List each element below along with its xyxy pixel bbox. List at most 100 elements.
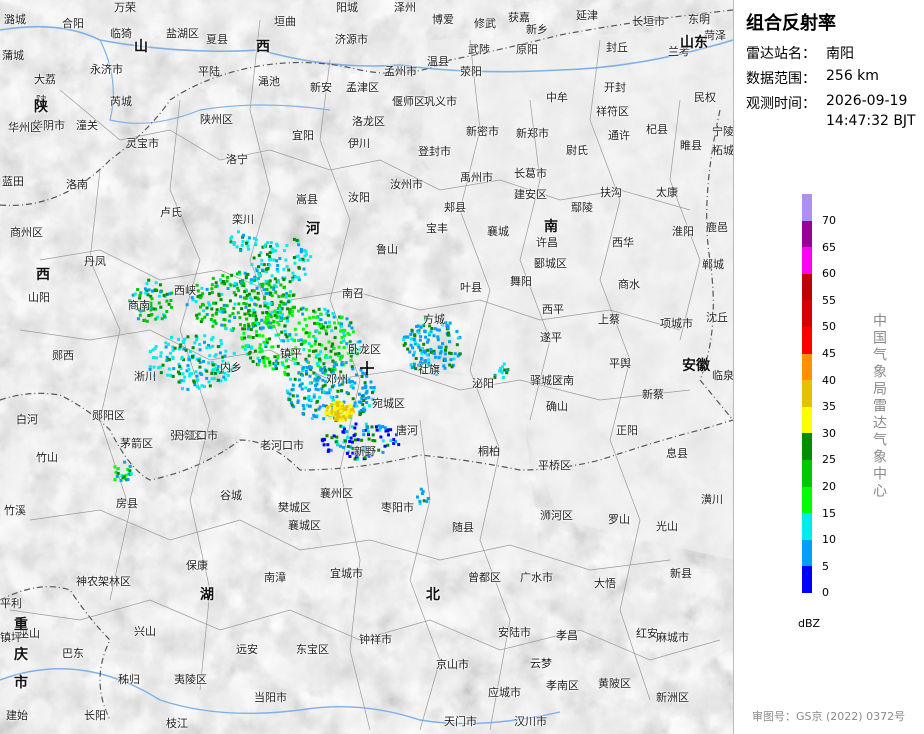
legend-swatch (802, 327, 812, 354)
place-label: 永济市 (90, 63, 123, 76)
place-label: 通许 (608, 129, 630, 142)
time-row: 观测时间： 2026-09-19 (746, 93, 907, 113)
province-label: 重 (14, 617, 28, 633)
province-label: 北 (426, 587, 440, 603)
place-label: 红安 (636, 627, 658, 640)
place-label: 保康 (186, 559, 208, 572)
place-label: 竹山 (36, 451, 58, 464)
legend-label: 0 (822, 586, 829, 600)
place-label: 鹿邑 (706, 221, 728, 234)
place-label: 新安 (310, 81, 332, 94)
place-label: 叶县 (460, 281, 482, 294)
place-label: 睢县 (680, 139, 702, 152)
legend-swatch (802, 433, 812, 461)
place-label: 孟州市 (384, 65, 417, 78)
legend-swatch (802, 220, 812, 248)
place-label: 浉河区 (540, 509, 573, 522)
place-label: 麻城市 (656, 631, 689, 644)
place-label: 济源市 (335, 33, 368, 46)
place-label: 新野 (354, 445, 376, 458)
place-label: 天门市 (444, 715, 477, 728)
place-label: 蓝田 (2, 175, 24, 188)
place-label: 黄陂区 (598, 677, 631, 690)
place-label: 邓州 (326, 373, 348, 386)
place-label: 桐柏 (478, 445, 500, 458)
legend-swatch (802, 300, 812, 328)
place-label: 洛宁 (226, 153, 248, 166)
legend-swatch (802, 247, 812, 275)
place-label: 樊城区 (278, 501, 311, 514)
legend-label: 55 (822, 293, 836, 307)
place-label: 京山市 (436, 658, 469, 671)
place-label: 方城 (423, 313, 445, 326)
province-label: 湖 (200, 587, 214, 603)
place-label: 西平 (542, 303, 564, 316)
place-label: 禹州市 (460, 171, 493, 184)
place-label: 确山 (546, 400, 568, 413)
place-label: 西峡 (174, 284, 196, 297)
place-label: 平桥区 (538, 459, 571, 472)
place-label: 茅箭区 (120, 437, 153, 450)
place-label: 枝江 (166, 717, 188, 730)
legend-label: 25 (822, 453, 836, 467)
place-label: 内乡 (220, 361, 242, 374)
place-label: 潞城 (4, 13, 26, 26)
province-label: 南 (544, 219, 558, 235)
place-label: 南漳 (264, 571, 286, 584)
place-label: 沈丘 (706, 311, 728, 324)
place-label: 淅川 (134, 370, 156, 383)
place-label: 鲁山 (376, 243, 398, 256)
place-label: 泽州 (394, 1, 416, 14)
time-label: 观测时间： (746, 96, 816, 112)
place-label: 临泉 (712, 369, 733, 382)
legend-swatch (802, 353, 812, 381)
legend-label: 70 (822, 214, 836, 227)
place-label: 汉川市 (514, 715, 547, 728)
legend-swatch (802, 406, 812, 434)
place-label: 息县 (666, 447, 688, 460)
place-label: 登封市 (418, 145, 451, 158)
place-label: 襄城区 (288, 519, 321, 532)
place-label: 夷陵区 (174, 673, 207, 686)
legend-label: 50 (822, 320, 836, 334)
place-label: 安陆市 (498, 626, 531, 639)
legend-label: 10 (822, 533, 836, 547)
place-label: 项城市 (660, 317, 693, 330)
place-label: 竹溪 (4, 504, 26, 517)
place-label: 博爱 (432, 13, 454, 26)
legend-swatch (802, 486, 812, 514)
place-label: 白河 (16, 413, 38, 426)
place-label: 房县 (116, 497, 138, 510)
place-label: 光山 (656, 520, 678, 533)
place-label: 灵宝市 (126, 137, 159, 150)
place-label: 云梦 (530, 657, 552, 670)
place-label: 新洲区 (656, 691, 689, 704)
place-label: 平利 (0, 597, 22, 610)
place-label: 栾川 (232, 213, 254, 226)
place-label: 西华 (612, 236, 634, 249)
place-label: 遂平 (540, 331, 562, 344)
place-label: 宜城市 (330, 567, 363, 580)
place-label: 巩义市 (424, 95, 457, 108)
radar-map[interactable]: 潞城 合阳 万荣 盐湖区 垣曲 阳城 泽州 博爱 修武 获嘉 新乡 延津 长垣市 东明 菏泽 蒲城 临猗 夏县 济源… (0, 0, 733, 734)
place-label: 郧西 (52, 349, 74, 362)
station-value: 南阳 (826, 46, 854, 62)
place-label: 枣阳市 (381, 501, 414, 514)
station-label: 雷达站名： (746, 46, 816, 62)
map-approval-number: 审图号：GS京 (2022) 0372号 (752, 710, 906, 723)
legend-label: 30 (822, 426, 836, 440)
place-label: 随县 (452, 521, 474, 534)
product-title: 组合反射率 (746, 13, 836, 34)
place-label: 渑池 (258, 75, 280, 88)
place-label: 泌阳 (472, 377, 494, 390)
time-clock: 14:47:32 BJT (826, 113, 916, 129)
place-label: 潢川 (701, 493, 723, 506)
legend-label: 60 (822, 267, 836, 281)
place-label: 应城市 (488, 686, 521, 699)
place-label: 广水市 (520, 571, 553, 584)
place-label: 陕州区 (200, 113, 233, 126)
place-label: 阳城 (336, 1, 358, 14)
place-label: 郾城区 (534, 257, 567, 270)
place-label: 商南 (128, 299, 150, 312)
place-label: 孝南区 (546, 679, 579, 692)
